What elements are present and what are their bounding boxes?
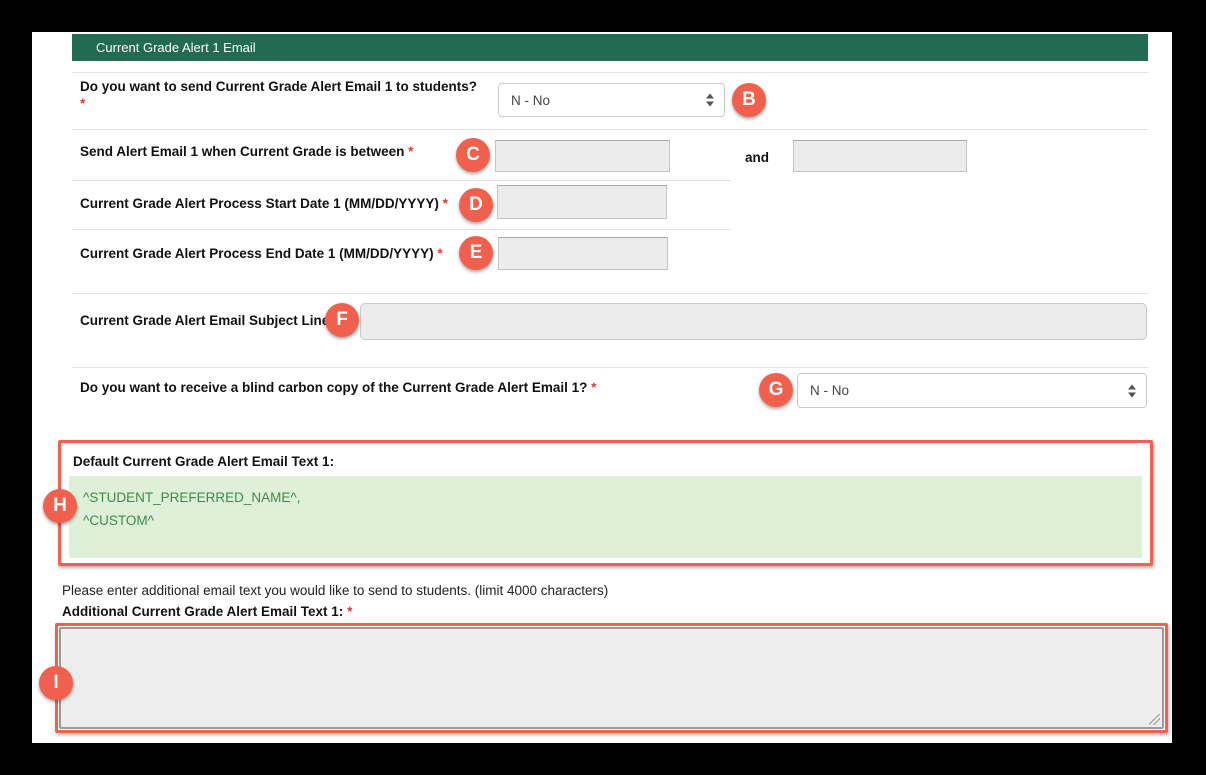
divider — [72, 180, 731, 181]
start-date-label: Current Grade Alert Process Start Date 1… — [80, 195, 448, 212]
annotation-badge-c: C — [456, 138, 490, 172]
additional-text-label: Additional Current Grade Alert Email Tex… — [62, 603, 352, 620]
default-text-label: Default Current Grade Alert Email Text 1… — [73, 453, 334, 470]
annotation-badge-e: E — [459, 236, 493, 270]
required-asterisk: * — [80, 96, 85, 111]
divider — [72, 229, 731, 230]
subject-input[interactable] — [360, 303, 1147, 340]
grade-between-low-input[interactable] — [495, 140, 670, 172]
annotation-badge-g: G — [759, 373, 793, 407]
additional-email-textarea[interactable] — [59, 627, 1164, 729]
divider — [72, 129, 1148, 130]
send-alert-select-value: N - No — [511, 93, 550, 108]
annotation-badge-h: H — [43, 489, 77, 523]
bcc-select-value: N - No — [810, 383, 849, 398]
grade-between-label: Send Alert Email 1 when Current Grade is… — [80, 143, 413, 160]
form-panel: Current Grade Alert 1 Email Do you want … — [32, 32, 1172, 743]
required-asterisk: * — [437, 246, 442, 261]
divider — [72, 367, 1148, 368]
select-arrows-icon — [1128, 384, 1136, 397]
default-email-text-line: ^CUSTOM^ — [83, 509, 1142, 532]
default-text-highlight-box: Default Current Grade Alert Email Text 1… — [58, 440, 1153, 566]
required-asterisk: * — [591, 380, 596, 395]
required-asterisk: * — [408, 144, 413, 159]
send-alert-label: Do you want to send Current Grade Alert … — [80, 78, 477, 112]
annotation-badge-b: B — [732, 83, 766, 117]
start-date-input[interactable] — [497, 185, 667, 219]
divider — [72, 293, 1148, 294]
end-date-input[interactable] — [498, 237, 668, 270]
bcc-select[interactable]: N - No — [797, 373, 1147, 408]
required-asterisk: * — [443, 196, 448, 211]
send-alert-select[interactable]: N - No — [498, 83, 725, 117]
select-arrows-icon — [706, 94, 714, 107]
subject-label: Current Grade Alert Email Subject Line 1… — [80, 312, 350, 329]
additional-text-highlight-box — [55, 623, 1168, 733]
section-title: Current Grade Alert 1 Email — [96, 40, 256, 55]
default-email-text: ^STUDENT_PREFERRED_NAME^, ^CUSTOM^ — [69, 476, 1142, 558]
resize-handle-icon[interactable] — [1149, 714, 1160, 725]
grade-between-high-input[interactable] — [793, 140, 967, 172]
annotation-badge-d: D — [459, 188, 493, 222]
default-email-text-line: ^STUDENT_PREFERRED_NAME^, — [83, 486, 1142, 509]
required-asterisk: * — [347, 604, 352, 619]
bcc-label: Do you want to receive a blind carbon co… — [80, 379, 596, 396]
section-header: Current Grade Alert 1 Email — [72, 34, 1148, 61]
annotation-badge-i: I — [39, 666, 73, 700]
divider — [72, 72, 1148, 73]
and-label: and — [745, 149, 769, 166]
annotation-badge-f: F — [325, 303, 359, 337]
additional-text-instruction: Please enter additional email text you w… — [62, 583, 608, 598]
end-date-label: Current Grade Alert Process End Date 1 (… — [80, 245, 443, 262]
